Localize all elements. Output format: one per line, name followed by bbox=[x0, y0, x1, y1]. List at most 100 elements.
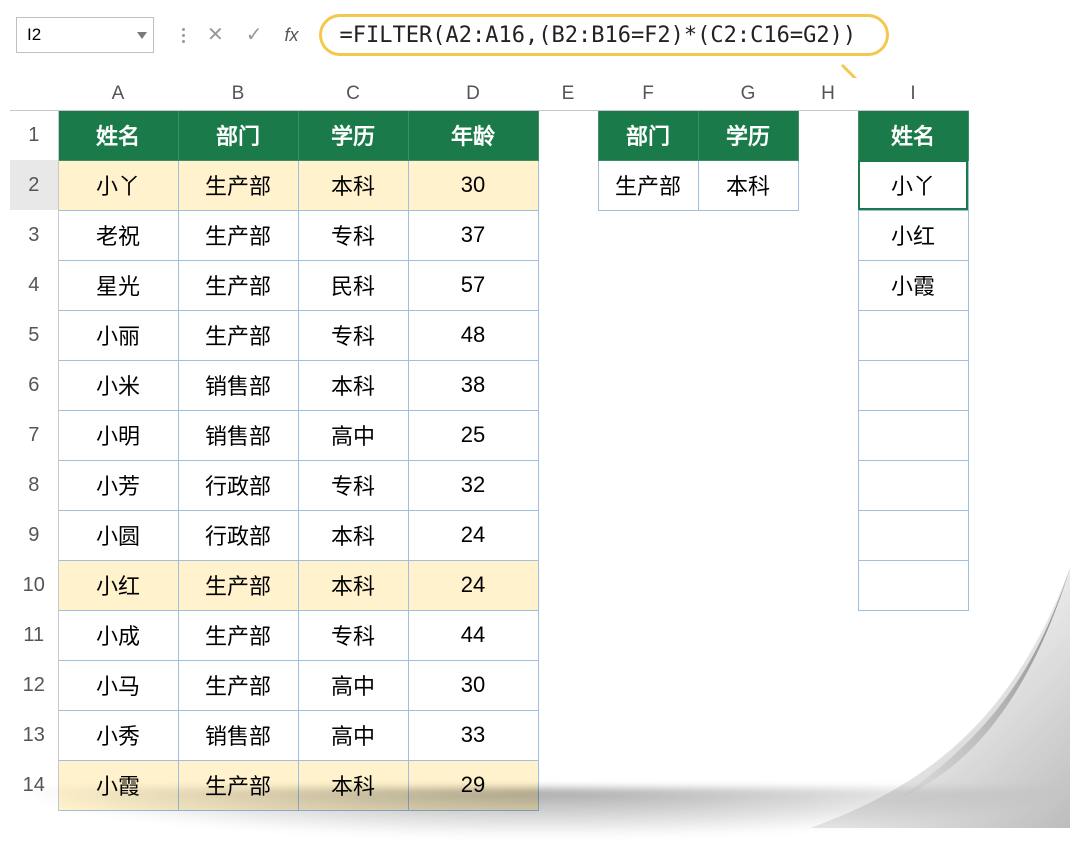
cell-H6[interactable] bbox=[798, 360, 858, 410]
cell-A12[interactable]: 小马 bbox=[58, 660, 178, 710]
cell-H9[interactable] bbox=[798, 510, 858, 560]
cell-I7[interactable] bbox=[858, 410, 968, 460]
row-header-7[interactable]: 7 bbox=[10, 410, 58, 460]
cell-B13[interactable]: 销售部 bbox=[178, 710, 298, 760]
cell-G11[interactable] bbox=[698, 610, 798, 660]
cell-A6[interactable]: 小米 bbox=[58, 360, 178, 410]
cell-D12[interactable]: 30 bbox=[408, 660, 538, 710]
cell-C8[interactable]: 专科 bbox=[298, 460, 408, 510]
cell-C14[interactable]: 本科 bbox=[298, 760, 408, 810]
cell-C4[interactable]: 民科 bbox=[298, 260, 408, 310]
cell-B12[interactable]: 生产部 bbox=[178, 660, 298, 710]
cell-A3[interactable]: 老祝 bbox=[58, 210, 178, 260]
cell-F9[interactable] bbox=[598, 510, 698, 560]
cell-H7[interactable] bbox=[798, 410, 858, 460]
cell-I9[interactable] bbox=[858, 510, 968, 560]
cell-A4[interactable]: 星光 bbox=[58, 260, 178, 310]
cell-A5[interactable]: 小丽 bbox=[58, 310, 178, 360]
cell-H5[interactable] bbox=[798, 310, 858, 360]
cell-F3[interactable] bbox=[598, 210, 698, 260]
cell-E5[interactable] bbox=[538, 310, 598, 360]
cell-F2[interactable]: 生产部 bbox=[598, 160, 698, 210]
cell-G12[interactable] bbox=[698, 660, 798, 710]
cell-E8[interactable] bbox=[538, 460, 598, 510]
col-header-G[interactable]: G bbox=[698, 78, 798, 110]
cell-H11[interactable] bbox=[798, 610, 858, 660]
cell-F10[interactable] bbox=[598, 560, 698, 610]
cell-B4[interactable]: 生产部 bbox=[178, 260, 298, 310]
cell-G13[interactable] bbox=[698, 710, 798, 760]
cancel-icon[interactable]: ✕ bbox=[207, 25, 224, 45]
cell-I4[interactable]: 小霞 bbox=[858, 260, 968, 310]
cell-C11[interactable]: 专科 bbox=[298, 610, 408, 660]
row-header-5[interactable]: 5 bbox=[10, 310, 58, 360]
cell-F4[interactable] bbox=[598, 260, 698, 310]
cell-B11[interactable]: 生产部 bbox=[178, 610, 298, 660]
worksheet-grid[interactable]: ABCDEFGHI1姓名部门学历年龄部门学历姓名2小丫生产部本科30生产部本科小… bbox=[10, 78, 1070, 811]
cell-B14[interactable]: 生产部 bbox=[178, 760, 298, 810]
cell-F6[interactable] bbox=[598, 360, 698, 410]
cell-G2[interactable]: 本科 bbox=[698, 160, 798, 210]
cell-H10[interactable] bbox=[798, 560, 858, 610]
cell-F5[interactable] bbox=[598, 310, 698, 360]
cell-A10[interactable]: 小红 bbox=[58, 560, 178, 610]
cell-D7[interactable]: 25 bbox=[408, 410, 538, 460]
cell-H4[interactable] bbox=[798, 260, 858, 310]
cell-H14[interactable] bbox=[798, 760, 858, 810]
cell-D10[interactable]: 24 bbox=[408, 560, 538, 610]
select-all-corner[interactable] bbox=[10, 78, 58, 110]
chevron-down-icon[interactable] bbox=[137, 32, 147, 39]
cell-E3[interactable] bbox=[538, 210, 598, 260]
cell-G7[interactable] bbox=[698, 410, 798, 460]
cell-E4[interactable] bbox=[538, 260, 598, 310]
row-header-4[interactable]: 4 bbox=[10, 260, 58, 310]
res-header[interactable]: 姓名 bbox=[858, 110, 968, 160]
cell-G10[interactable] bbox=[698, 560, 798, 610]
cell-I14[interactable] bbox=[858, 760, 968, 810]
cell-A11[interactable]: 小成 bbox=[58, 610, 178, 660]
row-header-1[interactable]: 1 bbox=[10, 110, 58, 160]
row-header-10[interactable]: 10 bbox=[10, 560, 58, 610]
cell-F11[interactable] bbox=[598, 610, 698, 660]
row-header-12[interactable]: 12 bbox=[10, 660, 58, 710]
cell-C10[interactable]: 本科 bbox=[298, 560, 408, 610]
cell-F7[interactable] bbox=[598, 410, 698, 460]
cell-E9[interactable] bbox=[538, 510, 598, 560]
cell-A13[interactable]: 小秀 bbox=[58, 710, 178, 760]
cell-E11[interactable] bbox=[538, 610, 598, 660]
col-header-I[interactable]: I bbox=[858, 78, 968, 110]
cell-D13[interactable]: 33 bbox=[408, 710, 538, 760]
cell-D9[interactable]: 24 bbox=[408, 510, 538, 560]
row-header-13[interactable]: 13 bbox=[10, 710, 58, 760]
row-header-3[interactable]: 3 bbox=[10, 210, 58, 260]
cell-A14[interactable]: 小霞 bbox=[58, 760, 178, 810]
cell-F14[interactable] bbox=[598, 760, 698, 810]
cell-E12[interactable] bbox=[538, 660, 598, 710]
cell-D8[interactable]: 32 bbox=[408, 460, 538, 510]
cell-I5[interactable] bbox=[858, 310, 968, 360]
cell-D14[interactable]: 29 bbox=[408, 760, 538, 810]
cell-H1[interactable] bbox=[798, 110, 858, 160]
cell-E1[interactable] bbox=[538, 110, 598, 160]
col-header-A[interactable]: A bbox=[58, 78, 178, 110]
cell-B7[interactable]: 销售部 bbox=[178, 410, 298, 460]
cell-A2[interactable]: 小丫 bbox=[58, 160, 178, 210]
cell-B8[interactable]: 行政部 bbox=[178, 460, 298, 510]
row-header-11[interactable]: 11 bbox=[10, 610, 58, 660]
cell-B10[interactable]: 生产部 bbox=[178, 560, 298, 610]
cell-A7[interactable]: 小明 bbox=[58, 410, 178, 460]
cell-H3[interactable] bbox=[798, 210, 858, 260]
cell-D3[interactable]: 37 bbox=[408, 210, 538, 260]
cell-F8[interactable] bbox=[598, 460, 698, 510]
col-header-C[interactable]: C bbox=[298, 78, 408, 110]
cell-D5[interactable]: 48 bbox=[408, 310, 538, 360]
cell-E13[interactable] bbox=[538, 710, 598, 760]
main-header-0[interactable]: 姓名 bbox=[58, 110, 178, 160]
cell-F12[interactable] bbox=[598, 660, 698, 710]
cell-I11[interactable] bbox=[858, 610, 968, 660]
row-header-14[interactable]: 14 bbox=[10, 760, 58, 810]
cell-D4[interactable]: 57 bbox=[408, 260, 538, 310]
crit-header-0[interactable]: 部门 bbox=[598, 110, 698, 160]
cell-I10[interactable] bbox=[858, 560, 968, 610]
col-header-D[interactable]: D bbox=[408, 78, 538, 110]
